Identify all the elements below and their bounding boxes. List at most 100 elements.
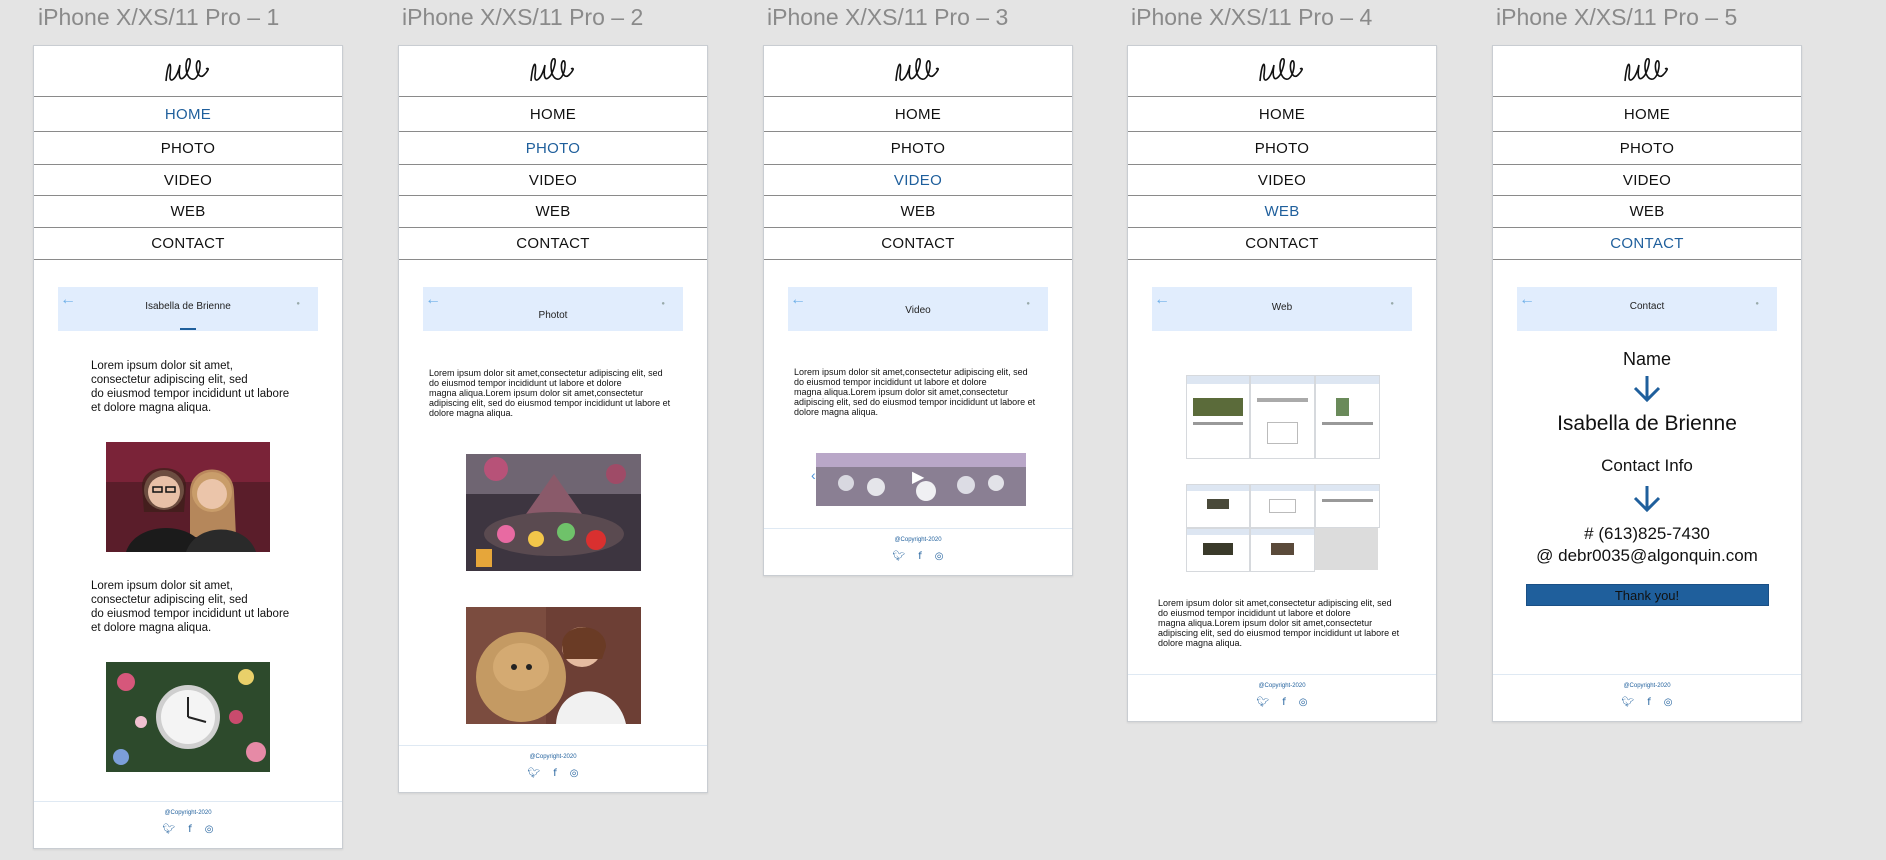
web-thumb-1[interactable] xyxy=(1186,375,1250,459)
nav-web[interactable]: WEB xyxy=(34,196,342,228)
nav-photo[interactable]: PHOTO xyxy=(1493,132,1801,165)
back-arrow-icon[interactable]: ← xyxy=(425,291,441,309)
twitter-icon[interactable]: 🐦︎ xyxy=(528,768,541,779)
web-thumb-3[interactable] xyxy=(1315,375,1380,459)
page-header-title: Video xyxy=(905,305,931,316)
header-underline xyxy=(180,328,196,330)
web-thumb-placeholder xyxy=(1315,528,1378,570)
nav-contact[interactable]: CONTACT xyxy=(399,228,707,260)
nav-contact[interactable]: CONTACT xyxy=(764,228,1072,260)
nav-video[interactable]: VIDEO xyxy=(764,165,1072,196)
nav-contact[interactable]: CONTACT xyxy=(1493,228,1801,260)
nav-home[interactable]: HOME xyxy=(1128,97,1436,132)
logo[interactable] xyxy=(34,46,342,97)
instagram-icon[interactable]: ◎ xyxy=(1664,697,1673,708)
copyright-text: @Copyright-2020 xyxy=(894,537,942,543)
twitter-icon[interactable]: 🐦︎ xyxy=(163,824,176,835)
back-arrow-icon[interactable]: ← xyxy=(60,291,76,309)
contact-phone[interactable]: # (613)825-7430 xyxy=(1493,524,1801,544)
nav-home[interactable]: HOME xyxy=(764,97,1072,132)
artboard-photo: HOME PHOTO VIDEO WEB CONTACT ← Photot ● … xyxy=(398,45,708,793)
nav-photo[interactable]: PHOTO xyxy=(764,132,1072,165)
web-thumb-8[interactable] xyxy=(1250,528,1315,572)
footer: @Copyright-2020 🐦︎ f ◎ xyxy=(1128,674,1436,721)
nav-photo[interactable]: PHOTO xyxy=(34,132,342,165)
instagram-icon[interactable]: ◎ xyxy=(570,768,579,779)
twitter-icon[interactable]: 🐦︎ xyxy=(1257,697,1270,708)
facebook-icon[interactable]: f xyxy=(553,768,557,779)
thank-you-button[interactable]: Thank you! xyxy=(1525,584,1769,606)
nav-video[interactable]: VIDEO xyxy=(1128,165,1436,196)
photo-clock[interactable] xyxy=(106,662,270,772)
nav-contact[interactable]: CONTACT xyxy=(34,228,342,260)
web-thumb-7[interactable] xyxy=(1186,528,1250,572)
nav-web[interactable]: WEB xyxy=(1493,196,1801,228)
logo[interactable] xyxy=(764,46,1072,97)
nav-web[interactable]: WEB xyxy=(399,196,707,228)
social-links: 🐦︎ f ◎ xyxy=(1128,697,1436,708)
back-arrow-icon[interactable]: ← xyxy=(1519,291,1535,309)
web-thumb-2[interactable] xyxy=(1250,375,1315,459)
prev-arrow-icon[interactable]: ‹ xyxy=(811,467,816,483)
page-header: ← Photot ● xyxy=(423,287,683,331)
artboard-home: HOME PHOTO VIDEO WEB CONTACT ← Isabella … xyxy=(33,45,343,849)
arrow-down-icon xyxy=(1493,374,1801,406)
back-arrow-icon[interactable]: ← xyxy=(790,291,806,309)
facebook-icon[interactable]: f xyxy=(188,824,192,835)
nav-home[interactable]: HOME xyxy=(34,97,342,132)
video-player[interactable]: ‹ ▶ xyxy=(811,453,1026,506)
photo-buffet[interactable] xyxy=(465,454,641,571)
contact-email[interactable]: @ debr0035@algonquin.com xyxy=(1493,546,1801,566)
web-thumb-6[interactable] xyxy=(1315,484,1380,528)
nav-video[interactable]: VIDEO xyxy=(34,165,342,196)
intro-paragraph: Lorem ipsum dolor sit amet,consectetur a… xyxy=(429,368,671,418)
nav-contact[interactable]: CONTACT xyxy=(1128,228,1436,260)
logo[interactable] xyxy=(1128,46,1436,97)
logo-signature-icon xyxy=(165,57,209,82)
back-arrow-icon[interactable]: ← xyxy=(1154,291,1170,309)
copyright-text: @Copyright-2020 xyxy=(1258,683,1306,689)
instagram-icon[interactable]: ◎ xyxy=(935,551,944,562)
nav-photo[interactable]: PHOTO xyxy=(1128,132,1436,165)
nav-web[interactable]: WEB xyxy=(1128,196,1436,228)
second-paragraph: Lorem ipsum dolor sit amet, consectetur … xyxy=(91,580,290,634)
nav-photo[interactable]: PHOTO xyxy=(399,132,707,165)
page-header: ← Video ● xyxy=(788,287,1048,331)
social-links: 🐦︎ f ◎ xyxy=(34,824,342,835)
contact-info-label: Contact Info xyxy=(1601,456,1693,475)
footer: @Copyright-2020 🐦︎ f ◎ xyxy=(1493,674,1801,721)
contact-name: Isabella de Brienne xyxy=(1557,412,1737,435)
nav-home[interactable]: HOME xyxy=(399,97,707,132)
facebook-icon[interactable]: f xyxy=(1282,697,1286,708)
nav-video[interactable]: VIDEO xyxy=(1493,165,1801,196)
page-header-title: Contact xyxy=(1629,301,1665,312)
instagram-icon[interactable]: ◎ xyxy=(205,824,214,835)
nav-web[interactable]: WEB xyxy=(764,196,1072,228)
logo-signature-icon xyxy=(1624,57,1668,82)
logo-signature-icon xyxy=(895,57,939,82)
nav-video[interactable]: VIDEO xyxy=(399,165,707,196)
intro-paragraph: Lorem ipsum dolor sit amet, consectetur … xyxy=(91,360,290,414)
artboard-title-3: iPhone X/XS/11 Pro – 3 xyxy=(767,4,1009,30)
web-thumb-4[interactable] xyxy=(1186,484,1250,528)
nav-home[interactable]: HOME xyxy=(1493,97,1801,132)
social-links: 🐦︎ f ◎ xyxy=(1493,697,1801,708)
web-projects-grid xyxy=(1186,375,1380,575)
web-thumb-5[interactable] xyxy=(1250,484,1315,528)
arrow-down-icon xyxy=(1493,484,1801,516)
facebook-icon[interactable]: f xyxy=(918,551,922,562)
twitter-icon[interactable]: 🐦︎ xyxy=(893,551,906,562)
play-icon[interactable]: ▶ xyxy=(912,467,924,487)
twitter-icon[interactable]: 🐦︎ xyxy=(1622,697,1635,708)
facebook-icon[interactable]: f xyxy=(1647,697,1651,708)
copyright-text: @Copyright-2020 xyxy=(1623,683,1671,689)
artboard-title-2: iPhone X/XS/11 Pro – 2 xyxy=(402,4,644,30)
logo[interactable] xyxy=(1493,46,1801,97)
page-header: ← Web ● xyxy=(1152,287,1412,331)
logo[interactable] xyxy=(399,46,707,97)
photo-friends[interactable] xyxy=(106,442,270,552)
artboard-web: HOME PHOTO VIDEO WEB CONTACT ← Web ● Lor… xyxy=(1127,45,1437,722)
social-links: 🐦︎ f ◎ xyxy=(764,551,1072,562)
instagram-icon[interactable]: ◎ xyxy=(1299,697,1308,708)
photo-dog[interactable] xyxy=(465,607,641,724)
